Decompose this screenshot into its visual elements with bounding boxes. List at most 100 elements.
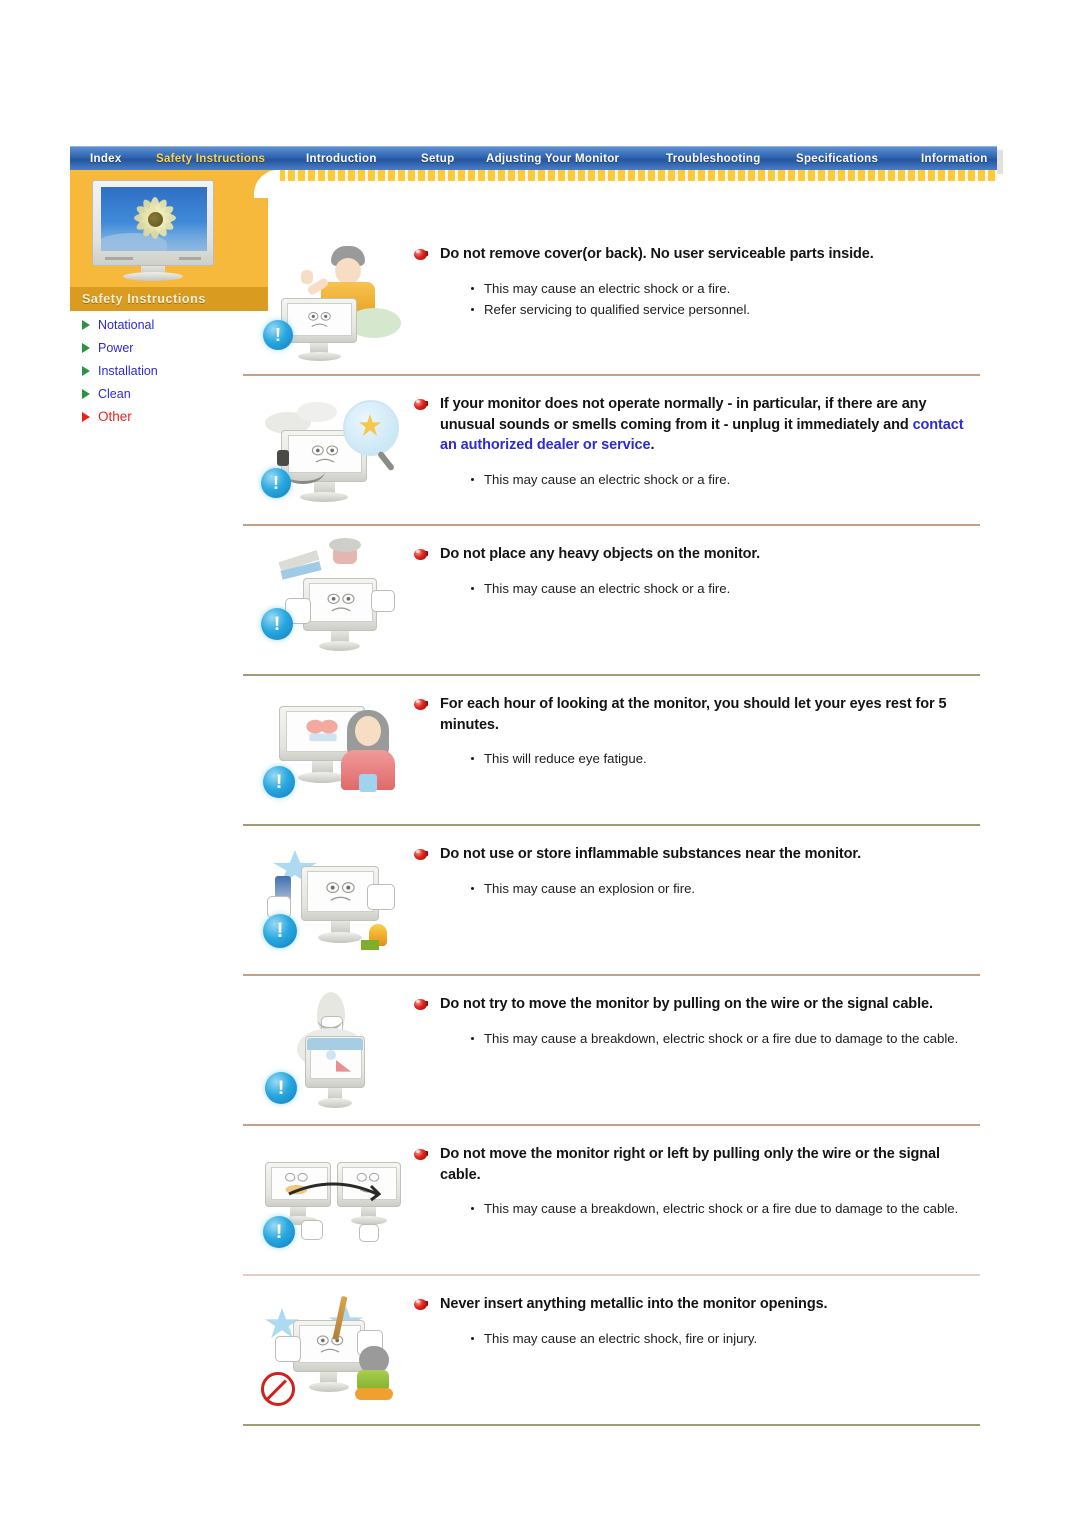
nav-item-information[interactable]: Information — [915, 153, 994, 165]
person-legs — [355, 1388, 393, 1400]
warning-exclamation-icon: ! — [263, 914, 297, 948]
main-content: ! Do not remove cover(or back). No user s… — [243, 226, 980, 1426]
safety-section: ! Never insert anything metallic into the… — [243, 1276, 980, 1424]
bullet-item: This may cause an electric shock or a fi… — [471, 579, 974, 598]
nav-item-adjusting-your-monitor[interactable]: Adjusting Your Monitor — [480, 153, 625, 165]
illustration-canvas: ! — [255, 838, 405, 970]
section-body: Do not place any heavy objects on the mo… — [413, 526, 980, 600]
safety-section: ! Do not place any heavy objects on the m… — [243, 526, 980, 674]
section-body: If your monitor does not operate normall… — [413, 376, 980, 491]
section-bullet-list: This may cause an electric shock, fire o… — [413, 1329, 974, 1348]
monitor-base — [318, 1098, 352, 1108]
section-body: Do not remove cover(or back). No user se… — [413, 226, 980, 321]
section-heading-text: Do not remove cover(or back). No user se… — [440, 246, 874, 262]
red-bullet-icon — [413, 998, 428, 1011]
section-bullet-list: This may cause a breakdown, electric sho… — [413, 1029, 974, 1048]
monitor-face-graphic — [316, 1335, 344, 1353]
section-bullet-list: This may cause an electric shock or a fi… — [413, 470, 974, 489]
nav-item-specifications[interactable]: Specifications — [790, 153, 884, 165]
monitor-face-graphic — [327, 593, 355, 612]
bullet-item: This may cause a breakdown, electric sho… — [471, 1199, 974, 1218]
illustration-canvas: ! — [255, 238, 405, 370]
safety-section: ! Do not move the monitor right or left b… — [243, 1126, 980, 1274]
section-heading-text: Do not move the monitor right or left by… — [440, 1146, 940, 1183]
monitor-base — [298, 352, 341, 361]
section-heading-text: Never insert anything metallic into the … — [440, 1296, 828, 1312]
dashed-accent-strip — [268, 170, 997, 181]
person-face — [335, 258, 361, 284]
section-heading: For each hour of looking at the monitor,… — [413, 694, 974, 735]
sidebar-item-label: Other — [98, 409, 132, 424]
monitor-screen-image — [101, 187, 207, 251]
plant-leaves — [329, 538, 361, 552]
moving-monitor-sideways-by-cable-icon: ! — [243, 1134, 413, 1274]
nav-item-introduction[interactable]: Introduction — [300, 153, 383, 165]
monitor-base — [309, 1382, 349, 1392]
woman-resting-eyes-icon: ! — [243, 684, 413, 824]
monitor-icon — [293, 1320, 365, 1372]
nav-item-setup[interactable]: Setup — [415, 153, 460, 165]
navbar-shadow — [997, 150, 1003, 174]
illustration-canvas: ! — [255, 388, 405, 520]
plug-icon — [277, 450, 289, 466]
pulling-cable-arrow — [288, 1182, 381, 1202]
lighter-base — [361, 940, 379, 950]
section-heading: Do not place any heavy objects on the mo… — [413, 544, 974, 565]
monitor-base — [298, 772, 346, 783]
warning-exclamation-icon: ! — [263, 1216, 295, 1248]
sidebar-item-clean[interactable]: Clean — [70, 382, 268, 405]
section-body: Do not try to move the monitor by pullin… — [413, 976, 980, 1050]
nav-item-index[interactable]: Index — [84, 153, 128, 165]
section-heading-text: Do not place any heavy objects on the mo… — [440, 546, 761, 562]
hand-icon — [275, 1336, 301, 1362]
sidebar-item-label: Installation — [98, 363, 158, 378]
red-bullet-icon — [413, 698, 428, 711]
safety-section: ! For each hour of looking at the monitor… — [243, 676, 980, 824]
hand-icon — [371, 590, 395, 612]
bullet-item: This may cause an electric shock or a fi… — [471, 279, 974, 298]
arrow-right-icon — [82, 365, 90, 376]
hand-icon — [301, 1220, 323, 1240]
sidebar-item-other[interactable]: Other — [70, 405, 268, 428]
person-face — [355, 716, 381, 746]
pulling-monitor-by-cable-icon: ! — [243, 984, 413, 1124]
sidebar-item-power[interactable]: Power — [70, 336, 268, 359]
monitor-screen — [299, 1325, 361, 1363]
monitor-smoke-magnifier-icon: ! — [243, 384, 413, 524]
safety-section: ! Do not remove cover(or back). No user s… — [243, 226, 980, 374]
illustration-canvas: ! — [255, 1138, 405, 1270]
section-divider — [243, 1424, 980, 1426]
section-heading-text: If your monitor does not operate normall… — [440, 396, 927, 433]
safety-instructions-page: Index Safety Instructions Introduction Setu… — [0, 0, 1080, 1528]
section-bullet-list: This may cause an explosion or fire. — [413, 879, 974, 898]
section-bullet-list: This may cause an electric shock or a fi… — [413, 279, 974, 319]
section-body: Do not move the monitor right or left by… — [413, 1126, 980, 1220]
smoke-puff — [297, 402, 337, 422]
nav-item-safety-instructions[interactable]: Safety Instructions — [150, 153, 271, 165]
sidebar-item-installation[interactable]: Installation — [70, 359, 268, 382]
red-bullet-icon — [413, 548, 428, 561]
monitor-base — [123, 272, 183, 281]
monitor-base — [318, 932, 362, 943]
hand-icon — [359, 1224, 379, 1242]
section-bullet-list: This will reduce eye fatigue. — [413, 749, 974, 768]
illustration-canvas: ! — [255, 538, 405, 670]
red-bullet-icon — [413, 398, 428, 411]
hand-icon — [367, 884, 395, 910]
sidebar-nav-list: Notational Power Installation Clean Other — [70, 313, 268, 428]
section-heading: Do not remove cover(or back). No user se… — [413, 244, 974, 265]
bullet-item: This may cause an electric shock, fire o… — [471, 1329, 974, 1348]
section-heading-tail: . — [650, 437, 655, 454]
section-body: Never insert anything metallic into the … — [413, 1276, 980, 1350]
sidebar-item-notational[interactable]: Notational — [70, 313, 268, 336]
man-removing-monitor-cover-icon: ! — [243, 234, 413, 374]
flower-graphic — [129, 193, 181, 243]
section-heading: Never insert anything metallic into the … — [413, 1294, 974, 1315]
metallic-object-into-monitor-openings-icon: ! — [243, 1284, 413, 1424]
nav-item-troubleshooting[interactable]: Troubleshooting — [660, 153, 767, 165]
monitor-screen — [307, 871, 374, 912]
warning-exclamation-icon: ! — [261, 468, 291, 498]
bullet-item: This will reduce eye fatigue. — [471, 749, 974, 768]
section-body: Do not use or store inflammable substanc… — [413, 826, 980, 900]
section-heading: If your monitor does not operate normall… — [413, 394, 974, 456]
